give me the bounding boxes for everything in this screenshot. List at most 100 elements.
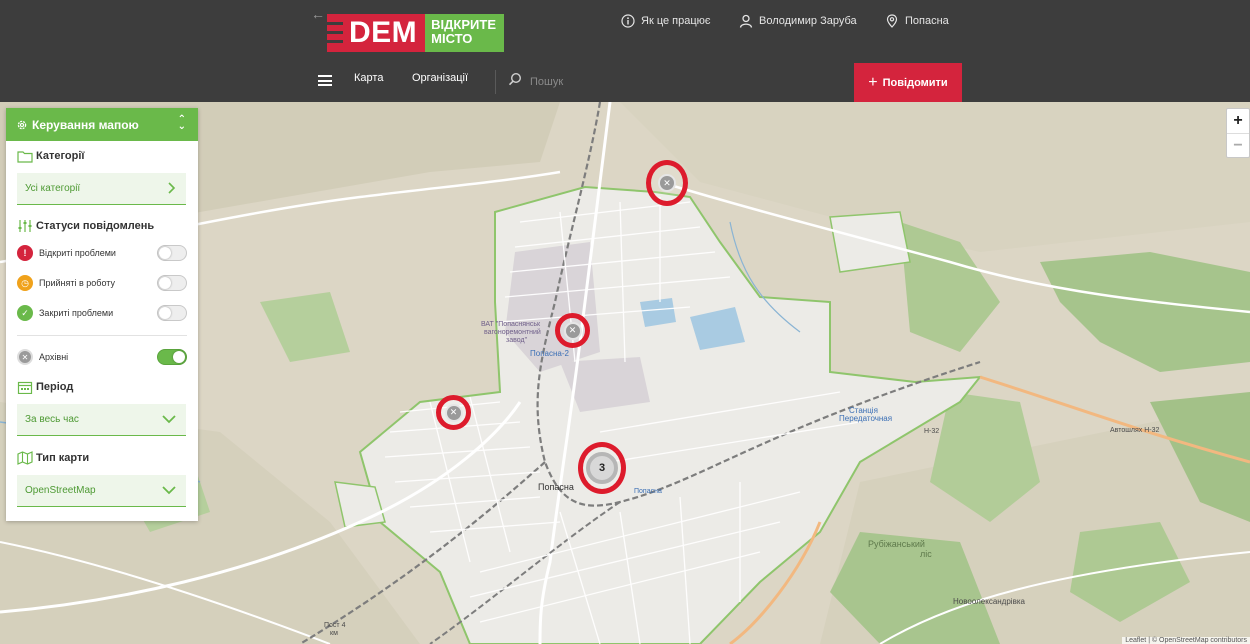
archived-problem-marker[interactable]: ✕ <box>436 395 471 430</box>
categories-select[interactable]: Усі категорії <box>17 173 186 205</box>
map-icon <box>17 451 33 465</box>
cluster-count: 3 <box>586 452 618 484</box>
header-nav-row: Карта Організації + Повідомити <box>0 60 1250 102</box>
logo-stripe <box>327 40 343 43</box>
archived-icon: ✕ <box>17 349 33 365</box>
map-label-plant-3: завод" <box>506 337 528 344</box>
user-icon <box>739 14 753 28</box>
logo[interactable]: DEM ВІДКРИТЕ МІСТО <box>327 14 504 52</box>
status-open-toggle[interactable] <box>157 245 187 261</box>
map-label-station-popasna2: Попасна-2 <box>530 349 569 358</box>
panel-title: Керування мапою <box>32 117 139 132</box>
search-icon[interactable] <box>508 72 522 91</box>
checkmark-icon: ✓ <box>17 305 33 321</box>
city-selector[interactable]: Попасна <box>885 12 949 30</box>
map-label-village: Новоолександрівка <box>953 597 1025 606</box>
map-label-road-n32: Н-32 <box>924 428 940 435</box>
panel-header[interactable]: Керування мапою ⌃ ⌄ <box>6 108 198 141</box>
categories-heading: Категорії <box>17 149 85 163</box>
period-title: Період <box>36 381 74 393</box>
top-header: ← DEM ВІДКРИТЕ МІСТО Як це працює Володи… <box>0 0 1250 102</box>
status-open-label: Відкриті проблеми <box>39 248 116 258</box>
menu-icon[interactable] <box>318 75 332 86</box>
city-name: Попасна <box>905 15 949 27</box>
status-closed-label: Закриті проблеми <box>39 308 114 318</box>
map-attribution[interactable]: Leaflet | © OpenStreetMap contributors <box>1122 637 1250 644</box>
statuses-title: Статуси повідомлень <box>36 220 155 232</box>
map-type-heading: Тип карти <box>17 451 89 465</box>
map-label-station-peredat-2: Передаточная <box>839 414 893 423</box>
user-name: Володимир Заруба <box>759 15 857 27</box>
logo-line-1: ВІДКРИТЕ <box>431 17 496 32</box>
logo-dem-text: DEM <box>349 16 418 49</box>
logo-text-block: ВІДКРИТЕ МІСТО <box>425 14 504 52</box>
archived-problem-marker[interactable]: ✕ <box>555 313 590 348</box>
search-box <box>508 72 650 91</box>
status-archived-label: Архівні <box>39 352 69 362</box>
map-control-panel: Керування мапою ⌃ ⌄ Категорії Усі категор… <box>6 108 198 521</box>
period-value: За весь час <box>25 414 79 425</box>
nav-map-link[interactable]: Карта <box>354 72 383 84</box>
how-it-works-label: Як це працює <box>641 15 711 27</box>
map-label-road-n32-b: Автошлях Н-32 <box>1110 427 1160 434</box>
chevron-down-icon <box>162 415 176 424</box>
report-button-label: Повідомити <box>882 76 948 89</box>
plus-icon: + <box>868 73 878 91</box>
categories-value: Усі категорії <box>25 183 81 194</box>
folder-icon <box>17 151 33 163</box>
back-arrow-icon[interactable]: ← <box>311 6 325 22</box>
chevron-right-icon <box>168 182 176 194</box>
zoom-out-button[interactable]: − <box>1227 133 1249 157</box>
map-label-town: Попасна <box>538 482 574 492</box>
how-it-works-link[interactable]: Як це працює <box>621 12 711 30</box>
map-label-station-popasna: Попасна <box>634 488 662 495</box>
marker-cluster[interactable]: 3 <box>578 442 626 494</box>
nav-organizations-link[interactable]: Організації <box>412 72 468 84</box>
period-select[interactable]: За весь час <box>17 404 186 436</box>
map-type-select[interactable]: OpenStreetMap <box>17 475 186 507</box>
map-label-post-2: км <box>330 630 338 637</box>
archived-problem-marker[interactable]: ✕ <box>646 160 688 206</box>
categories-title: Категорії <box>36 150 85 162</box>
nav-divider <box>495 70 496 94</box>
map-type-value: OpenStreetMap <box>25 485 96 496</box>
zoom-control: + − <box>1226 108 1250 158</box>
archived-x-icon: ✕ <box>658 174 676 192</box>
map-label-forest-1: Рубіжанський <box>868 539 925 549</box>
collapse-icon[interactable]: ⌃ ⌄ <box>178 115 186 132</box>
status-in-progress-label: Прийняті в роботу <box>39 278 115 288</box>
logo-dem-block: DEM <box>327 14 426 52</box>
map-label-post-1: Пост 4 <box>324 622 346 629</box>
logo-stripe <box>327 22 343 25</box>
statuses-heading: Статуси повідомлень <box>17 219 154 233</box>
status-archived-row: ✕ Архівні <box>17 346 187 368</box>
open-problem-icon: ! <box>17 245 33 261</box>
info-icon <box>621 14 635 28</box>
map-label-plant-2: вагоноремонтний <box>484 329 541 336</box>
archived-x-icon: ✕ <box>444 403 463 422</box>
report-button[interactable]: + Повідомити <box>854 63 962 102</box>
clock-icon: ◷ <box>17 275 33 291</box>
status-in-progress-row: ◷ Прийняті в роботу <box>17 272 187 294</box>
status-open-row: ! Відкриті проблеми <box>17 242 187 264</box>
status-in-progress-toggle[interactable] <box>157 275 187 291</box>
zoom-in-button[interactable]: + <box>1227 109 1249 133</box>
header-top-row: ← DEM ВІДКРИТЕ МІСТО Як це працює Володи… <box>0 0 1250 60</box>
gear-icon <box>17 120 27 129</box>
sliders-icon <box>18 220 32 232</box>
map-label-forest-2: ліс <box>920 549 932 559</box>
calendar-icon <box>17 381 33 394</box>
archived-x-icon: ✕ <box>563 321 582 340</box>
period-heading: Період <box>17 380 73 394</box>
status-archived-toggle[interactable] <box>157 349 187 365</box>
logo-line-2: МІСТО <box>431 31 473 46</box>
map-type-title: Тип карти <box>36 452 90 464</box>
panel-divider <box>17 335 187 336</box>
location-pin-icon <box>885 14 899 28</box>
logo-stripe <box>327 31 343 34</box>
map-label-plant-1: ВАТ "Попаснянськ <box>481 321 541 328</box>
status-closed-row: ✓ Закриті проблеми <box>17 302 187 324</box>
search-input[interactable] <box>530 75 650 88</box>
status-closed-toggle[interactable] <box>157 305 187 321</box>
user-profile-link[interactable]: Володимир Заруба <box>739 12 857 30</box>
